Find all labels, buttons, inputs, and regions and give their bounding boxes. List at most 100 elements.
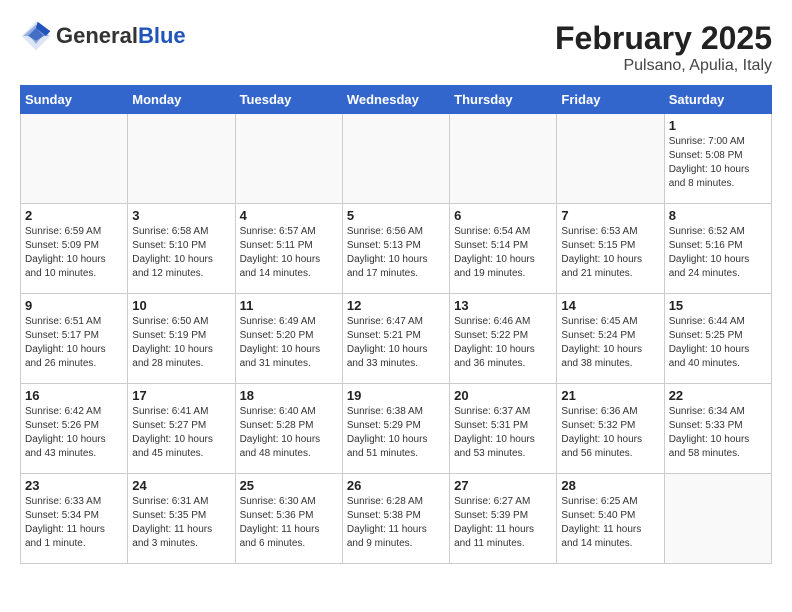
calendar-week-row: 23 Sunrise: 6:33 AM Sunset: 5:34 PM Dayli… — [21, 474, 772, 564]
day-number: 10 — [132, 298, 230, 313]
day-info: Sunrise: 6:49 AM Sunset: 5:20 PM Dayligh… — [240, 315, 338, 371]
day-info: Sunrise: 6:27 AM Sunset: 5:39 PM Dayligh… — [454, 495, 552, 551]
page-header: GeneralBlue February 2025 Pulsano, Apuli… — [20, 20, 772, 75]
day-number: 18 — [240, 388, 338, 403]
calendar-day-cell — [664, 474, 771, 564]
calendar-day-cell — [128, 114, 235, 204]
day-number: 9 — [25, 298, 123, 313]
day-info: Sunrise: 6:42 AM Sunset: 5:26 PM Dayligh… — [25, 405, 123, 461]
calendar-day-cell: 12 Sunrise: 6:47 AM Sunset: 5:21 PM Dayli… — [342, 294, 449, 384]
calendar-day-cell: 19 Sunrise: 6:38 AM Sunset: 5:29 PM Dayli… — [342, 384, 449, 474]
day-number: 23 — [25, 478, 123, 493]
day-info: Sunrise: 6:47 AM Sunset: 5:21 PM Dayligh… — [347, 315, 445, 371]
day-number: 1 — [669, 118, 767, 133]
day-number: 4 — [240, 208, 338, 223]
logo: GeneralBlue — [20, 20, 186, 52]
calendar-day-cell: 9 Sunrise: 6:51 AM Sunset: 5:17 PM Daylig… — [21, 294, 128, 384]
day-number: 14 — [561, 298, 659, 313]
day-info: Sunrise: 6:57 AM Sunset: 5:11 PM Dayligh… — [240, 225, 338, 281]
day-number: 22 — [669, 388, 767, 403]
calendar-day-cell: 21 Sunrise: 6:36 AM Sunset: 5:32 PM Dayli… — [557, 384, 664, 474]
day-info: Sunrise: 6:38 AM Sunset: 5:29 PM Dayligh… — [347, 405, 445, 461]
day-number: 25 — [240, 478, 338, 493]
calendar-day-cell: 5Sunrise: 6:56 AM Sunset: 5:13 PM Daylig… — [342, 204, 449, 294]
day-of-week-header: Wednesday — [342, 86, 449, 114]
title-block: February 2025 Pulsano, Apulia, Italy — [555, 20, 772, 75]
calendar-day-cell: 22 Sunrise: 6:34 AM Sunset: 5:33 PM Dayli… — [664, 384, 771, 474]
calendar-day-cell — [235, 114, 342, 204]
calendar-day-cell: 28 Sunrise: 6:25 AM Sunset: 5:40 PM Dayli… — [557, 474, 664, 564]
day-info: Sunrise: 6:30 AM Sunset: 5:36 PM Dayligh… — [240, 495, 338, 551]
day-info: Sunrise: 6:52 AM Sunset: 5:16 PM Dayligh… — [669, 225, 767, 281]
calendar-day-cell: 25 Sunrise: 6:30 AM Sunset: 5:36 PM Dayli… — [235, 474, 342, 564]
calendar-day-cell: 24 Sunrise: 6:31 AM Sunset: 5:35 PM Dayli… — [128, 474, 235, 564]
day-of-week-header: Saturday — [664, 86, 771, 114]
day-number: 28 — [561, 478, 659, 493]
calendar-week-row: 1 Sunrise: 7:00 AM Sunset: 5:08 PM Daylig… — [21, 114, 772, 204]
calendar-day-cell: 26Sunrise: 6:28 AM Sunset: 5:38 PM Dayli… — [342, 474, 449, 564]
day-number: 20 — [454, 388, 552, 403]
calendar-day-cell: 10 Sunrise: 6:50 AM Sunset: 5:19 PM Dayli… — [128, 294, 235, 384]
calendar-day-cell — [557, 114, 664, 204]
calendar-day-cell: 20 Sunrise: 6:37 AM Sunset: 5:31 PM Dayli… — [450, 384, 557, 474]
day-info: Sunrise: 6:25 AM Sunset: 5:40 PM Dayligh… — [561, 495, 659, 551]
calendar-day-cell: 13 Sunrise: 6:46 AM Sunset: 5:22 PM Dayli… — [450, 294, 557, 384]
day-info: Sunrise: 6:51 AM Sunset: 5:17 PM Dayligh… — [25, 315, 123, 371]
calendar-day-cell: 11 Sunrise: 6:49 AM Sunset: 5:20 PM Dayli… — [235, 294, 342, 384]
day-of-week-header: Friday — [557, 86, 664, 114]
day-number: 6 — [454, 208, 552, 223]
day-info: Sunrise: 7:00 AM Sunset: 5:08 PM Dayligh… — [669, 135, 767, 191]
day-number: 13 — [454, 298, 552, 313]
day-info: Sunrise: 6:53 AM Sunset: 5:15 PM Dayligh… — [561, 225, 659, 281]
day-info: Sunrise: 6:44 AM Sunset: 5:25 PM Dayligh… — [669, 315, 767, 371]
calendar-day-cell: 16 Sunrise: 6:42 AM Sunset: 5:26 PM Dayli… — [21, 384, 128, 474]
day-number: 7 — [561, 208, 659, 223]
calendar-day-cell: 14 Sunrise: 6:45 AM Sunset: 5:24 PM Dayli… — [557, 294, 664, 384]
calendar-day-cell: 23 Sunrise: 6:33 AM Sunset: 5:34 PM Dayli… — [21, 474, 128, 564]
logo-blue-text: Blue — [138, 23, 186, 48]
day-number: 24 — [132, 478, 230, 493]
day-info: Sunrise: 6:56 AM Sunset: 5:13 PM Dayligh… — [347, 225, 445, 281]
day-info: Sunrise: 6:31 AM Sunset: 5:35 PM Dayligh… — [132, 495, 230, 551]
day-info: Sunrise: 6:46 AM Sunset: 5:22 PM Dayligh… — [454, 315, 552, 371]
day-number: 2 — [25, 208, 123, 223]
day-number: 11 — [240, 298, 338, 313]
calendar-day-cell: 8Sunrise: 6:52 AM Sunset: 5:16 PM Daylig… — [664, 204, 771, 294]
calendar-day-cell: 1 Sunrise: 7:00 AM Sunset: 5:08 PM Daylig… — [664, 114, 771, 204]
day-info: Sunrise: 6:40 AM Sunset: 5:28 PM Dayligh… — [240, 405, 338, 461]
day-info: Sunrise: 6:54 AM Sunset: 5:14 PM Dayligh… — [454, 225, 552, 281]
day-of-week-header: Tuesday — [235, 86, 342, 114]
day-number: 17 — [132, 388, 230, 403]
day-of-week-header: Monday — [128, 86, 235, 114]
calendar-header-row: SundayMondayTuesdayWednesdayThursdayFrid… — [21, 86, 772, 114]
day-info: Sunrise: 6:28 AM Sunset: 5:38 PM Dayligh… — [347, 495, 445, 551]
calendar-day-cell: 2Sunrise: 6:59 AM Sunset: 5:09 PM Daylig… — [21, 204, 128, 294]
calendar-day-cell: 18 Sunrise: 6:40 AM Sunset: 5:28 PM Dayli… — [235, 384, 342, 474]
month-year: February 2025 — [555, 20, 772, 57]
day-info: Sunrise: 6:37 AM Sunset: 5:31 PM Dayligh… — [454, 405, 552, 461]
day-number: 15 — [669, 298, 767, 313]
calendar-week-row: 2Sunrise: 6:59 AM Sunset: 5:09 PM Daylig… — [21, 204, 772, 294]
day-info: Sunrise: 6:45 AM Sunset: 5:24 PM Dayligh… — [561, 315, 659, 371]
logo-general-text: General — [56, 23, 138, 48]
location: Pulsano, Apulia, Italy — [555, 57, 772, 75]
day-number: 27 — [454, 478, 552, 493]
day-number: 21 — [561, 388, 659, 403]
day-number: 3 — [132, 208, 230, 223]
day-info: Sunrise: 6:33 AM Sunset: 5:34 PM Dayligh… — [25, 495, 123, 551]
day-info: Sunrise: 6:41 AM Sunset: 5:27 PM Dayligh… — [132, 405, 230, 461]
logo-icon — [20, 20, 52, 52]
day-info: Sunrise: 6:58 AM Sunset: 5:10 PM Dayligh… — [132, 225, 230, 281]
day-info: Sunrise: 6:36 AM Sunset: 5:32 PM Dayligh… — [561, 405, 659, 461]
day-number: 16 — [25, 388, 123, 403]
day-of-week-header: Thursday — [450, 86, 557, 114]
day-info: Sunrise: 6:50 AM Sunset: 5:19 PM Dayligh… — [132, 315, 230, 371]
day-info: Sunrise: 6:34 AM Sunset: 5:33 PM Dayligh… — [669, 405, 767, 461]
calendar-day-cell — [450, 114, 557, 204]
day-number: 12 — [347, 298, 445, 313]
calendar-day-cell: 15 Sunrise: 6:44 AM Sunset: 5:25 PM Dayli… — [664, 294, 771, 384]
day-number: 19 — [347, 388, 445, 403]
calendar-day-cell: 7 Sunrise: 6:53 AM Sunset: 5:15 PM Daylig… — [557, 204, 664, 294]
calendar-day-cell — [342, 114, 449, 204]
calendar-week-row: 16 Sunrise: 6:42 AM Sunset: 5:26 PM Dayli… — [21, 384, 772, 474]
